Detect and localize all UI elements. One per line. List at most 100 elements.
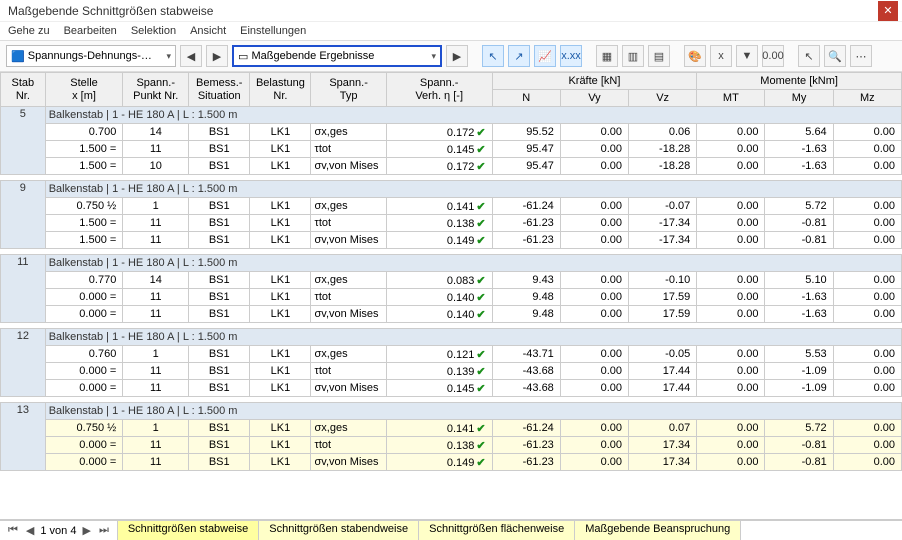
cell-typ: σv,von Mises xyxy=(311,306,386,323)
cell-Vz: 17.34 xyxy=(629,437,697,454)
tool-excel[interactable]: x xyxy=(710,45,732,67)
tool-search[interactable]: 🔍 xyxy=(824,45,846,67)
tool-pick1[interactable]: ↖ xyxy=(482,45,504,67)
menu-gehe-zu[interactable]: Gehe zu xyxy=(8,25,50,37)
tool-precision[interactable]: 0.00 xyxy=(762,45,784,67)
cell-Vy: 0.00 xyxy=(560,289,628,306)
group-header[interactable]: 12Balkenstab | 1 - HE 180 A | L : 1.500 … xyxy=(1,329,902,346)
combo-massgebende[interactable]: ▭ Maßgebende Ergebnisse ▾ xyxy=(232,45,442,67)
table-row[interactable]: 1.500 = 11 BS1 LK1 σv,von Mises 0.149✔ -… xyxy=(1,232,902,249)
cell-x: 0.760 xyxy=(45,346,123,363)
cell-My: -0.81 xyxy=(765,437,833,454)
cell-punkt: 1 xyxy=(123,198,189,215)
cell-MT: 0.00 xyxy=(697,272,765,289)
cell-My: -1.63 xyxy=(765,158,833,175)
group-header[interactable]: 9Balkenstab | 1 - HE 180 A | L : 1.500 m xyxy=(1,181,902,198)
menu-ansicht[interactable]: Ansicht xyxy=(190,25,226,37)
cell-Mz: 0.00 xyxy=(833,198,901,215)
table-row[interactable]: 1.500 = 11 BS1 LK1 τtot 0.138✔ -61.23 0.… xyxy=(1,215,902,232)
tool-color[interactable]: 🎨 xyxy=(684,45,706,67)
menu-bearbeiten[interactable]: Bearbeiten xyxy=(64,25,117,37)
group-title: Balkenstab | 1 - HE 180 A | L : 1.500 m xyxy=(45,255,901,272)
cell-typ: τtot xyxy=(311,215,386,232)
cell-My: -0.81 xyxy=(765,454,833,471)
results-table: StabNr. Stellex [m] Spann.-Punkt Nr. Bem… xyxy=(0,72,902,477)
nav-next2-button[interactable]: ▶ xyxy=(446,45,468,67)
table-row[interactable]: 1.500 = 10 BS1 LK1 σv,von Mises 0.172✔ 9… xyxy=(1,158,902,175)
cell-MT: 0.00 xyxy=(697,289,765,306)
table-row[interactable]: 0.750 ½ 1 BS1 LK1 σx,ges 0.141✔ -61.24 0… xyxy=(1,420,902,437)
tool-table3[interactable]: ▤ xyxy=(648,45,670,67)
cell-bel: LK1 xyxy=(250,380,311,397)
hdr-My: My xyxy=(765,90,833,107)
cell-bel: LK1 xyxy=(250,437,311,454)
table-row[interactable]: 0.000 = 11 BS1 LK1 σv,von Mises 0.140✔ 9… xyxy=(1,306,902,323)
table-row[interactable]: 0.760 1 BS1 LK1 σx,ges 0.121✔ -43.71 0.0… xyxy=(1,346,902,363)
combo-spannungs-dehnungs[interactable]: 🟦 Spannungs-Dehnungs-… ▾ xyxy=(6,45,176,67)
cell-punkt: 11 xyxy=(123,215,189,232)
cell-punkt: 11 xyxy=(123,232,189,249)
table-row[interactable]: 0.000 = 11 BS1 LK1 τtot 0.140✔ 9.48 0.00… xyxy=(1,289,902,306)
cell-Vy: 0.00 xyxy=(560,454,628,471)
cell-bel: LK1 xyxy=(250,215,311,232)
cell-bemess: BS1 xyxy=(189,346,250,363)
menu-selektion[interactable]: Selektion xyxy=(131,25,176,37)
cell-verh: 0.140✔ xyxy=(386,289,492,306)
table-row[interactable]: 0.000 = 11 BS1 LK1 τtot 0.138✔ -61.23 0.… xyxy=(1,437,902,454)
hdr-typ: Spann.-Typ xyxy=(311,73,386,107)
cell-Vy: 0.00 xyxy=(560,306,628,323)
tool-table1[interactable]: ▦ xyxy=(596,45,618,67)
tool-pick2[interactable]: ↗ xyxy=(508,45,530,67)
group-title: Balkenstab | 1 - HE 180 A | L : 1.500 m xyxy=(45,329,901,346)
cell-MT: 0.00 xyxy=(697,380,765,397)
cell-x: 0.000 = xyxy=(45,454,123,471)
tool-filter[interactable]: ▼ xyxy=(736,45,758,67)
cell-bel: LK1 xyxy=(250,289,311,306)
cell-My: 5.72 xyxy=(765,420,833,437)
hdr-MT: MT xyxy=(697,90,765,107)
cell-x: 1.500 = xyxy=(45,232,123,249)
cell-My: -1.63 xyxy=(765,141,833,158)
cell-typ: τtot xyxy=(311,141,386,158)
results-table-wrap[interactable]: StabNr. Stellex [m] Spann.-Punkt Nr. Bem… xyxy=(0,72,902,520)
nav-next-button[interactable]: ▶ xyxy=(206,45,228,67)
cell-N: -43.68 xyxy=(492,363,560,380)
group-title: Balkenstab | 1 - HE 180 A | L : 1.500 m xyxy=(45,403,901,420)
cell-bel: LK1 xyxy=(250,158,311,175)
tool-cursor[interactable]: ↖ xyxy=(798,45,820,67)
tool-more[interactable]: ⋯ xyxy=(850,45,872,67)
tool-xxx[interactable]: x.xx xyxy=(560,45,582,67)
table-row[interactable]: 0.000 = 11 BS1 LK1 σv,von Mises 0.145✔ -… xyxy=(1,380,902,397)
cell-Vz: -17.34 xyxy=(629,232,697,249)
tool-show-graphic[interactable]: 📈 xyxy=(534,45,556,67)
table-row[interactable]: 0.000 = 11 BS1 LK1 σv,von Mises 0.149✔ -… xyxy=(1,454,902,471)
stab-number: 13 xyxy=(1,403,46,471)
hdr-bemess: Bemess.-Situation xyxy=(189,73,250,107)
cell-punkt: 11 xyxy=(123,437,189,454)
nav-prev-button[interactable]: ◀ xyxy=(180,45,202,67)
cell-Vy: 0.00 xyxy=(560,141,628,158)
menu-einstellungen[interactable]: Einstellungen xyxy=(240,25,306,37)
tool-table2[interactable]: ▥ xyxy=(622,45,644,67)
hdr-Mz: Mz xyxy=(833,90,901,107)
cell-MT: 0.00 xyxy=(697,158,765,175)
cell-bemess: BS1 xyxy=(189,306,250,323)
group-header[interactable]: 13Balkenstab | 1 - HE 180 A | L : 1.500 … xyxy=(1,403,902,420)
cell-verh: 0.138✔ xyxy=(386,215,492,232)
cell-Vz: -0.05 xyxy=(629,346,697,363)
cell-typ: σv,von Mises xyxy=(311,380,386,397)
cell-N: 9.43 xyxy=(492,272,560,289)
table-row[interactable]: 0.000 = 11 BS1 LK1 τtot 0.139✔ -43.68 0.… xyxy=(1,363,902,380)
table-row[interactable]: 0.750 ½ 1 BS1 LK1 σx,ges 0.141✔ -61.24 0… xyxy=(1,198,902,215)
group-header[interactable]: 5Balkenstab | 1 - HE 180 A | L : 1.500 m xyxy=(1,107,902,124)
cell-My: -0.81 xyxy=(765,215,833,232)
close-button[interactable]: ✕ xyxy=(878,1,898,21)
toolbar: 🟦 Spannungs-Dehnungs-… ▾ ◀ ▶ ▭ Maßgebend… xyxy=(0,41,902,72)
cell-bemess: BS1 xyxy=(189,380,250,397)
table-row[interactable]: 0.770 14 BS1 LK1 σx,ges 0.083✔ 9.43 0.00… xyxy=(1,272,902,289)
cell-punkt: 1 xyxy=(123,346,189,363)
table-row[interactable]: 0.700 14 BS1 LK1 σx,ges 0.172✔ 95.52 0.0… xyxy=(1,124,902,141)
table-row[interactable]: 1.500 = 11 BS1 LK1 τtot 0.145✔ 95.47 0.0… xyxy=(1,141,902,158)
cell-Vz: 17.34 xyxy=(629,454,697,471)
group-header[interactable]: 11Balkenstab | 1 - HE 180 A | L : 1.500 … xyxy=(1,255,902,272)
